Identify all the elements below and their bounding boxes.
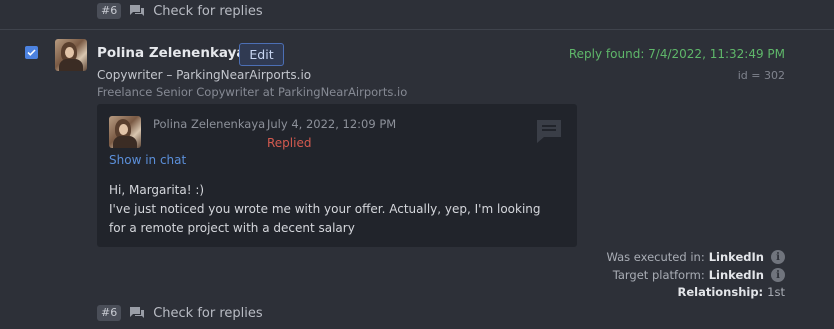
relationship-label: Relationship: bbox=[677, 285, 764, 299]
row-divider bbox=[0, 29, 834, 30]
step-label[interactable]: Check for replies bbox=[153, 306, 262, 321]
executed-in: Was executed in: LinkedIn i bbox=[606, 250, 785, 264]
campaign-step-list: #6 Check for replies Polina Zelenenkaya … bbox=[0, 0, 834, 329]
contact-name[interactable]: Polina Zelenenkaya bbox=[97, 45, 246, 61]
record-id: id = 302 bbox=[737, 69, 785, 82]
edit-button[interactable]: Edit bbox=[239, 43, 284, 66]
step-label[interactable]: Check for replies bbox=[153, 4, 262, 19]
chat-bubble-icon bbox=[129, 306, 145, 320]
message-avatar bbox=[109, 116, 141, 148]
message-card: Polina Zelenenkaya July 4, 2022, 12:09 P… bbox=[97, 104, 577, 247]
contact-position: Freelance Senior Copywriter at ParkingNe… bbox=[97, 85, 408, 99]
avatar[interactable] bbox=[55, 39, 87, 71]
show-in-chat-link[interactable]: Show in chat bbox=[109, 153, 186, 167]
executed-value: LinkedIn bbox=[708, 250, 764, 264]
target-value: LinkedIn bbox=[708, 268, 764, 282]
message-body: Hi, Margarita! :) I've just noticed you … bbox=[109, 181, 549, 238]
select-checkbox[interactable] bbox=[25, 46, 38, 59]
contact-headline: Copywriter – ParkingNearAirports.io bbox=[97, 68, 312, 82]
step-row-bottom: #6 Check for replies bbox=[97, 305, 263, 321]
executed-label: Was executed in: bbox=[606, 250, 705, 264]
step-badge: #6 bbox=[97, 305, 122, 321]
message-line: for a remote project with a decent salar… bbox=[109, 221, 355, 235]
message-date: July 4, 2022, 12:09 PM bbox=[267, 117, 397, 131]
target-platform: Target platform: LinkedIn i bbox=[613, 268, 785, 282]
comment-icon[interactable] bbox=[535, 118, 563, 144]
target-label: Target platform: bbox=[612, 268, 705, 282]
info-icon[interactable]: i bbox=[771, 250, 785, 264]
message-line: I've just noticed you wrote me with your… bbox=[109, 202, 541, 216]
info-icon[interactable]: i bbox=[771, 268, 785, 282]
chat-bubble-icon bbox=[129, 4, 145, 18]
relationship: Relationship: 1st bbox=[677, 285, 785, 299]
message-line: Hi, Margarita! :) bbox=[109, 183, 205, 197]
message-status: Replied bbox=[267, 136, 312, 150]
reply-found-status: Reply found: 7/4/2022, 11:32:49 PM bbox=[568, 47, 785, 61]
relationship-value: 1st bbox=[767, 285, 785, 299]
message-sender: Polina Zelenenkaya bbox=[153, 117, 266, 131]
step-row-top: #6 Check for replies bbox=[97, 3, 263, 19]
step-badge: #6 bbox=[97, 3, 122, 19]
